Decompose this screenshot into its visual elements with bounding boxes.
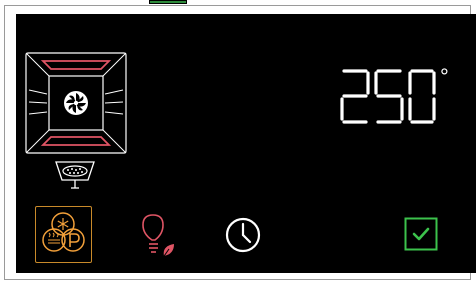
timer-button[interactable] — [223, 215, 263, 255]
oven-light-button[interactable] — [138, 212, 182, 262]
temperature-value — [340, 69, 436, 124]
checkbox-confirm-icon — [404, 217, 438, 251]
temperature-unit: ° — [440, 64, 449, 89]
oven-fan-heating-icon — [25, 52, 127, 154]
baking-tray-icon — [54, 160, 96, 190]
oven-light-eco-icon — [142, 214, 174, 260]
oven-control-screen: ° — [16, 14, 476, 273]
confirm-button[interactable] — [404, 217, 438, 251]
temperature-display — [340, 68, 436, 126]
top-indicator-tab — [149, 0, 187, 4]
cooking-modes-button[interactable] — [35, 206, 92, 263]
clock-icon — [225, 217, 261, 253]
cooking-modes-icon — [42, 212, 85, 252]
